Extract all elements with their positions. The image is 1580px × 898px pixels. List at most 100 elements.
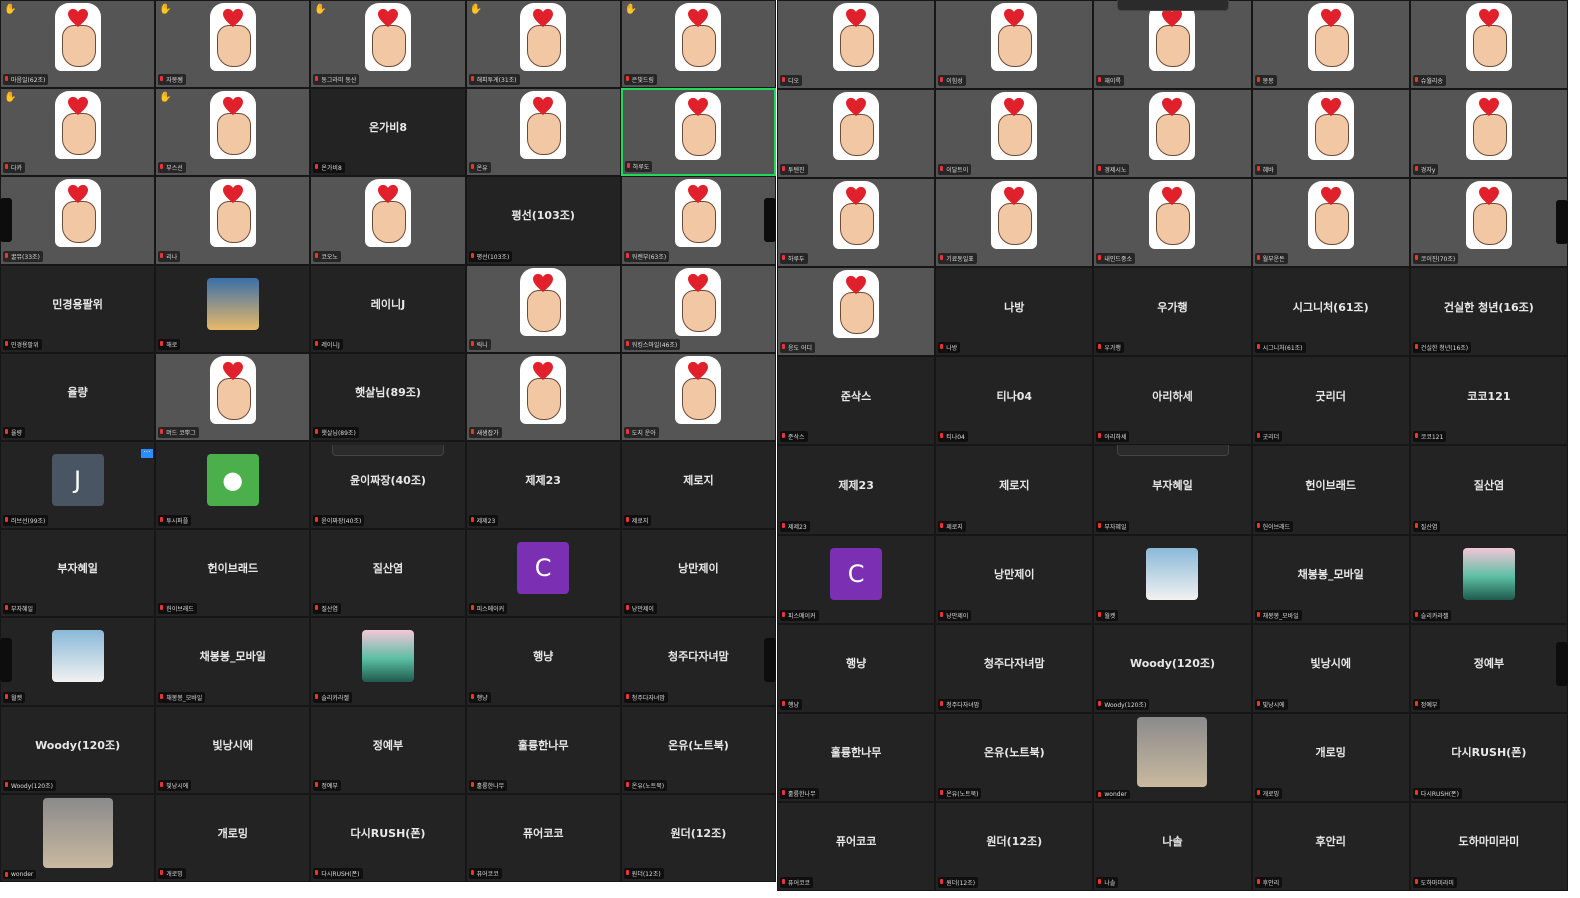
participant-tile[interactable]: 퓨어코코 퓨어코코 <box>465 793 621 882</box>
participant-tile[interactable]: 평선(103조) 평선(103조) <box>465 176 621 265</box>
next-page-button-right-lower[interactable] <box>1556 642 1568 686</box>
participant-tile[interactable]: 혜바 <box>1251 89 1410 179</box>
participant-tile[interactable]: 낭만제이 낭만제이 <box>620 529 776 618</box>
participant-tile[interactable]: 후안리 후안리 <box>1251 801 1410 891</box>
participant-tile[interactable]: 다시RUSH(폰) 다시RUSH(폰) <box>310 793 466 882</box>
participant-tile[interactable]: 이달트이 <box>935 89 1094 179</box>
participant-tile[interactable]: 개로밍 개로밍 <box>155 793 311 882</box>
participant-tile[interactable]: 부자혜일 부자혜일 <box>0 529 156 618</box>
prev-page-button[interactable] <box>0 198 12 242</box>
participant-tile[interactable]: 훌륭한나무 훌륭한나무 <box>465 705 621 794</box>
participant-tile[interactable]: 릭니 <box>465 264 621 353</box>
participant-tile[interactable]: 투텐진 <box>777 89 936 179</box>
participant-tile[interactable]: 퓨어코코 퓨어코코 <box>777 801 936 891</box>
participant-tile[interactable]: 제제23 제제23 <box>777 445 936 535</box>
participant-tile[interactable]: 헌이브래드 헌이브래드 <box>155 529 311 618</box>
participant-tile[interactable]: wonder <box>0 793 156 882</box>
participant-tile[interactable]: 정예부 정예부 <box>1409 623 1568 713</box>
participant-tile[interactable]: 제제23 제제23 <box>465 440 621 530</box>
participant-tile[interactable]: ✋ 자몽쌤 <box>155 0 311 89</box>
participant-tile[interactable]: J 러브선(99조) <box>0 440 156 530</box>
participant-tile[interactable]: 훌륭한나무 훌륭한나무 <box>777 712 936 802</box>
participant-tile[interactable]: 제로지 제로지 <box>620 440 776 530</box>
participant-tile[interactable]: 채봉봉_모바일 채봉봉_모바일 <box>155 617 311 706</box>
participant-tile[interactable]: 정예부 정예부 <box>310 705 466 794</box>
participant-tile[interactable]: 디오 <box>777 0 936 90</box>
participant-tile[interactable]: 응도 어디 <box>777 267 936 357</box>
participant-tile[interactable]: 아리하세 아리하세 <box>1093 356 1252 446</box>
participant-tile[interactable]: 헌이브래드 헌이브래드 <box>1251 445 1410 535</box>
next-page-button-lower[interactable] <box>764 638 776 682</box>
participant-tile[interactable]: 코오노 <box>310 176 466 265</box>
participant-tile[interactable]: 질산염 질산염 <box>1409 445 1568 535</box>
participant-tile[interactable]: C 피스메이커 <box>465 529 621 618</box>
participant-tile[interactable]: 부자혜일 부자혜일 <box>1093 445 1252 535</box>
participant-tile[interactable]: 햇살님(89조) 햇살님(89조) <box>310 352 466 441</box>
participant-tile[interactable]: 하루도 <box>620 88 776 177</box>
participant-tile[interactable]: ✋ 동그라미 동산 <box>310 0 466 89</box>
participant-tile[interactable]: 재이륵 <box>1093 0 1252 90</box>
next-page-button[interactable] <box>764 198 776 242</box>
participant-tile[interactable]: wonder <box>1093 712 1252 802</box>
participant-tile[interactable]: 준삭스 준삭스 <box>777 356 936 446</box>
participant-tile[interactable]: 코코121 코코121 <box>1409 356 1568 446</box>
participant-tile[interactable]: 슬리카라젤 <box>310 617 466 706</box>
participant-tile[interactable]: 경제시노 <box>1093 89 1252 179</box>
participant-tile[interactable]: 원더(12조) 원더(12조) <box>935 801 1094 891</box>
participant-tile[interactable]: 하루두 <box>777 178 936 268</box>
participant-tile[interactable]: 몽몽 <box>1251 0 1410 90</box>
participant-tile[interactable]: 나방 나방 <box>935 267 1094 357</box>
participant-tile[interactable]: 빛낭시에 빛낭시에 <box>1251 623 1410 713</box>
participant-tile[interactable]: 채봉봉_모바일 채봉봉_모바일 <box>1251 534 1410 624</box>
participant-tile[interactable]: 건실한 청년(16조) 건실한 청년(16조) <box>1409 267 1568 357</box>
participant-tile[interactable]: Woody(120조) Woody(120조) <box>0 705 156 794</box>
participant-tile[interactable]: 경자y <box>1409 89 1568 179</box>
participant-tile[interactable]: 슬리카라젤 <box>1409 534 1568 624</box>
participant-tile[interactable]: ✋ 은빛드림 <box>620 0 776 89</box>
participant-tile[interactable]: 워렌부(63조) <box>620 176 776 265</box>
participant-tile[interactable]: 굿리더 굿리더 <box>1251 356 1410 446</box>
participant-tile[interactable]: 월켓 <box>1093 534 1252 624</box>
participant-tile[interactable]: 온가비8 온가비8 <box>310 88 466 177</box>
participant-tile[interactable]: 청주다자녀맘 청주다자녀맘 <box>620 617 776 706</box>
participant-tile[interactable]: 다시RUSH(폰) 다시RUSH(폰) <box>1409 712 1568 802</box>
participant-tile[interactable]: 온유(노트북) 온유(노트북) <box>620 705 776 794</box>
participant-tile[interactable]: 워킹스마일(46조) <box>620 264 776 353</box>
participant-tile[interactable]: 낭만제이 낭만제이 <box>935 534 1094 624</box>
participant-tile[interactable]: 행냥 행냥 <box>777 623 936 713</box>
participant-tile[interactable]: 월부운돈 <box>1251 178 1410 268</box>
participant-tile[interactable]: 시그니처(61조) 시그니처(61조) <box>1251 267 1410 357</box>
participant-tile[interactable]: 율량 율량 <box>0 352 156 441</box>
participant-tile[interactable]: 리나 <box>155 176 311 265</box>
participant-tile[interactable]: 제로지 제로지 <box>935 445 1094 535</box>
participant-tile[interactable]: 슈월리송 <box>1409 0 1568 90</box>
participant-tile[interactable]: 우가행 우가행 <box>1093 267 1252 357</box>
participant-tile[interactable]: ● 투시퍼플 <box>155 440 311 530</box>
participant-tile[interactable]: ✋ 해피투게(31조) <box>465 0 621 89</box>
more-options-button[interactable]: ··· <box>141 449 153 458</box>
participant-tile[interactable]: 코이진(70조) <box>1409 178 1568 268</box>
participant-tile[interactable]: C 피스메이커 <box>777 534 936 624</box>
participant-tile[interactable]: 해로 <box>155 264 311 353</box>
participant-tile[interactable]: 나솔 나솔 <box>1093 801 1252 891</box>
participant-tile[interactable]: 이힘성 <box>935 0 1094 90</box>
prev-page-button-lower[interactable] <box>0 638 12 682</box>
participant-tile[interactable]: 질산염 질산염 <box>310 529 466 618</box>
participant-tile[interactable]: 온유 <box>465 88 621 177</box>
participant-tile[interactable]: Woody(120조) Woody(120조) <box>1093 623 1252 713</box>
participant-tile[interactable]: 개로밍 개로밍 <box>1251 712 1410 802</box>
participant-tile[interactable]: 원더(12조) 원더(12조) <box>620 793 776 882</box>
participant-tile[interactable]: 내인드중소 <box>1093 178 1252 268</box>
participant-tile[interactable]: 민경용팔위 민경용팔위 <box>0 264 156 353</box>
participant-tile[interactable]: 청주다자녀맘 청주다자녀맘 <box>935 623 1094 713</box>
participant-tile[interactable]: ✋ 마음일(62조) <box>0 0 156 89</box>
participant-tile[interactable]: 온유(노트북) 온유(노트북) <box>935 712 1094 802</box>
participant-tile[interactable]: ✋ 다카 <box>0 88 156 177</box>
participant-tile[interactable]: 빛낭시에 빛낭시에 <box>155 705 311 794</box>
participant-tile[interactable]: 머드 코뿌그 <box>155 352 311 441</box>
participant-tile[interactable]: 레이니J 레이니J <box>310 264 466 353</box>
participant-tile[interactable]: 기료동일표 <box>935 178 1094 268</box>
participant-tile[interactable]: 행냥 행냥 <box>465 617 621 706</box>
participant-tile[interactable]: 티나04 티나04 <box>935 356 1094 446</box>
participant-tile[interactable]: 도하마미라미 도하마미라미 <box>1409 801 1568 891</box>
